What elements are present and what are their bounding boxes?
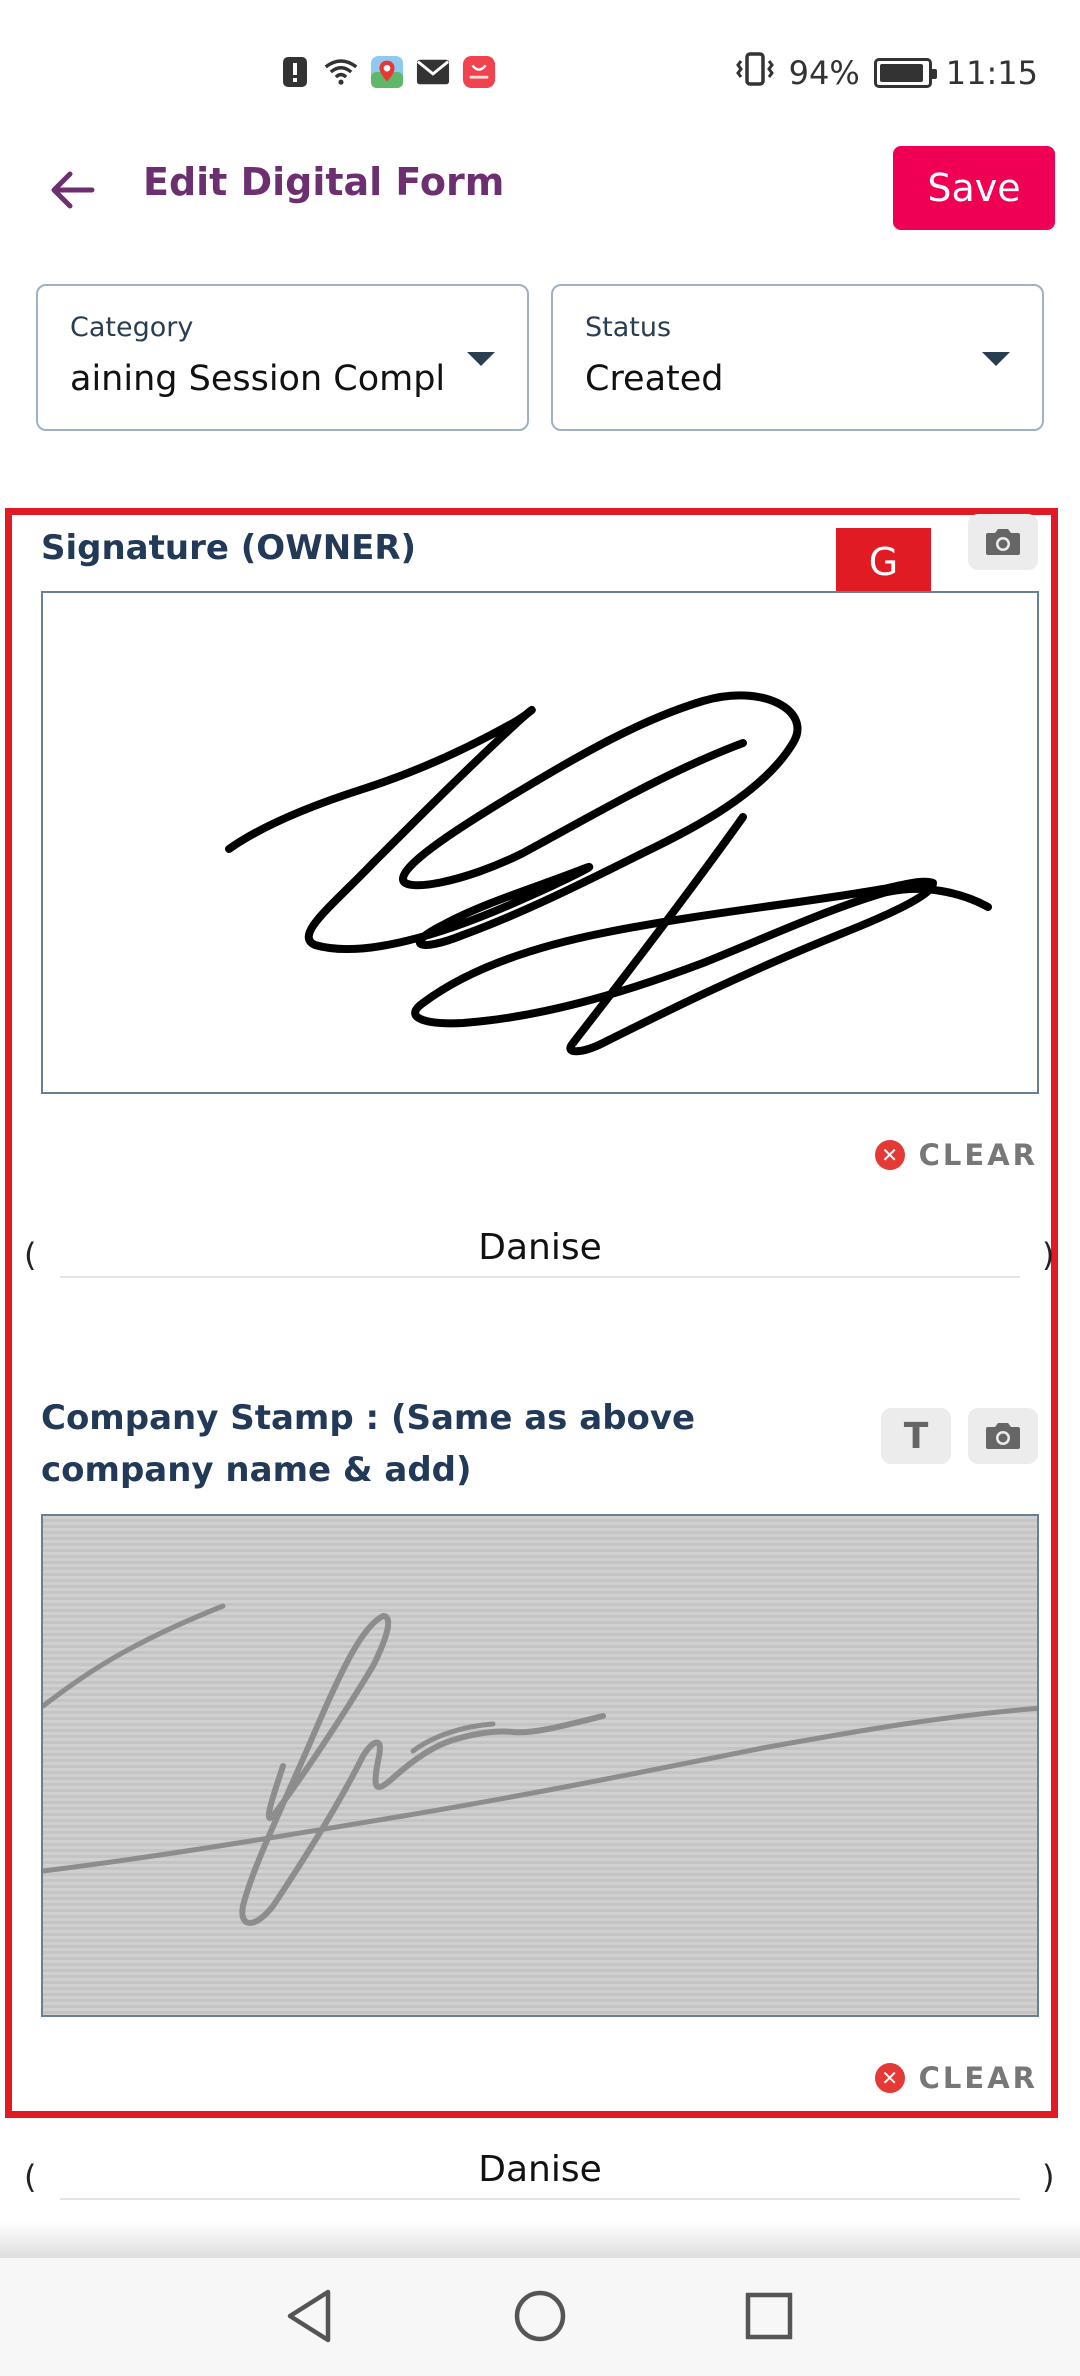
status-label: Status <box>585 312 672 343</box>
camera-icon <box>986 529 1020 555</box>
close-circle-icon: ✕ <box>874 2063 905 2093</box>
open-paren: ( <box>24 2158 37 2196</box>
stamp-clear-button[interactable]: ✕ CLEAR <box>874 2061 1038 2095</box>
status-value: Created <box>585 359 724 399</box>
stamp-camera-button[interactable] <box>968 1408 1038 1464</box>
battery-icon <box>873 58 937 88</box>
signature-camera-button[interactable] <box>968 514 1038 570</box>
chevron-down-icon <box>467 352 495 366</box>
nav-back-button[interactable] <box>274 2286 344 2346</box>
close-paren: ) <box>1042 1236 1055 1274</box>
triangle-back-icon <box>287 2289 331 2343</box>
system-nav-bar <box>0 2258 1080 2376</box>
text-icon: T <box>903 1415 929 1457</box>
mail-icon <box>416 55 450 89</box>
back-button[interactable] <box>40 162 104 218</box>
wifi-icon <box>324 55 358 89</box>
vibrate-icon <box>735 52 775 94</box>
arrow-left-icon <box>51 171 95 209</box>
nav-recents-button[interactable] <box>734 2286 804 2346</box>
text-tool-button[interactable]: T <box>881 1408 951 1464</box>
close-paren: ) <box>1042 2158 1055 2196</box>
page-title: Edit Digital Form <box>143 160 505 204</box>
system-status: 94% 11:15 <box>735 52 1038 94</box>
category-label: Category <box>70 312 194 343</box>
scroll-shadow <box>0 2222 1080 2260</box>
signature-clear-button[interactable]: ✕ CLEAR <box>874 1138 1038 1172</box>
notification-icons <box>278 55 496 89</box>
close-circle-icon: ✕ <box>874 1140 905 1170</box>
g-badge: G <box>836 528 931 596</box>
alert-icon <box>278 55 312 89</box>
signature-pad[interactable] <box>41 591 1039 1094</box>
huawei-appgallery-icon <box>462 55 496 89</box>
clear-label: CLEAR <box>918 2061 1038 2095</box>
signature-name-row: ( ) <box>0 1218 1080 1288</box>
app-bar: Edit Digital Form Save <box>0 140 1080 240</box>
stamp-image[interactable] <box>41 1514 1039 2017</box>
circle-home-icon <box>514 2290 566 2342</box>
nav-home-button[interactable] <box>505 2286 575 2346</box>
clock: 11:15 <box>945 54 1038 92</box>
stamp-name-row: ( ) <box>0 2140 1080 2210</box>
stamp-name-input[interactable] <box>60 2140 1020 2200</box>
status-bar: 94% 11:15 <box>0 0 1080 150</box>
open-paren: ( <box>24 1236 37 1274</box>
stamp-title: Company Stamp : (Same as above company n… <box>41 1398 696 1490</box>
chevron-down-icon <box>982 352 1010 366</box>
stamp-photo-signature <box>43 1603 1037 1926</box>
save-button[interactable]: Save <box>893 146 1055 230</box>
signature-name-input[interactable] <box>60 1218 1020 1278</box>
square-recents-icon <box>745 2292 793 2340</box>
signature-title: Signature (OWNER) <box>41 528 417 568</box>
category-dropdown[interactable]: Category aining Session Compl <box>36 284 529 431</box>
signature-drawing <box>225 691 992 1056</box>
maps-icon <box>370 55 404 89</box>
clear-label: CLEAR <box>918 1138 1038 1172</box>
battery-percentage: 94% <box>788 54 860 92</box>
status-dropdown[interactable]: Status Created <box>551 284 1044 431</box>
category-value: aining Session Compl <box>70 359 446 399</box>
camera-icon <box>986 1423 1020 1449</box>
